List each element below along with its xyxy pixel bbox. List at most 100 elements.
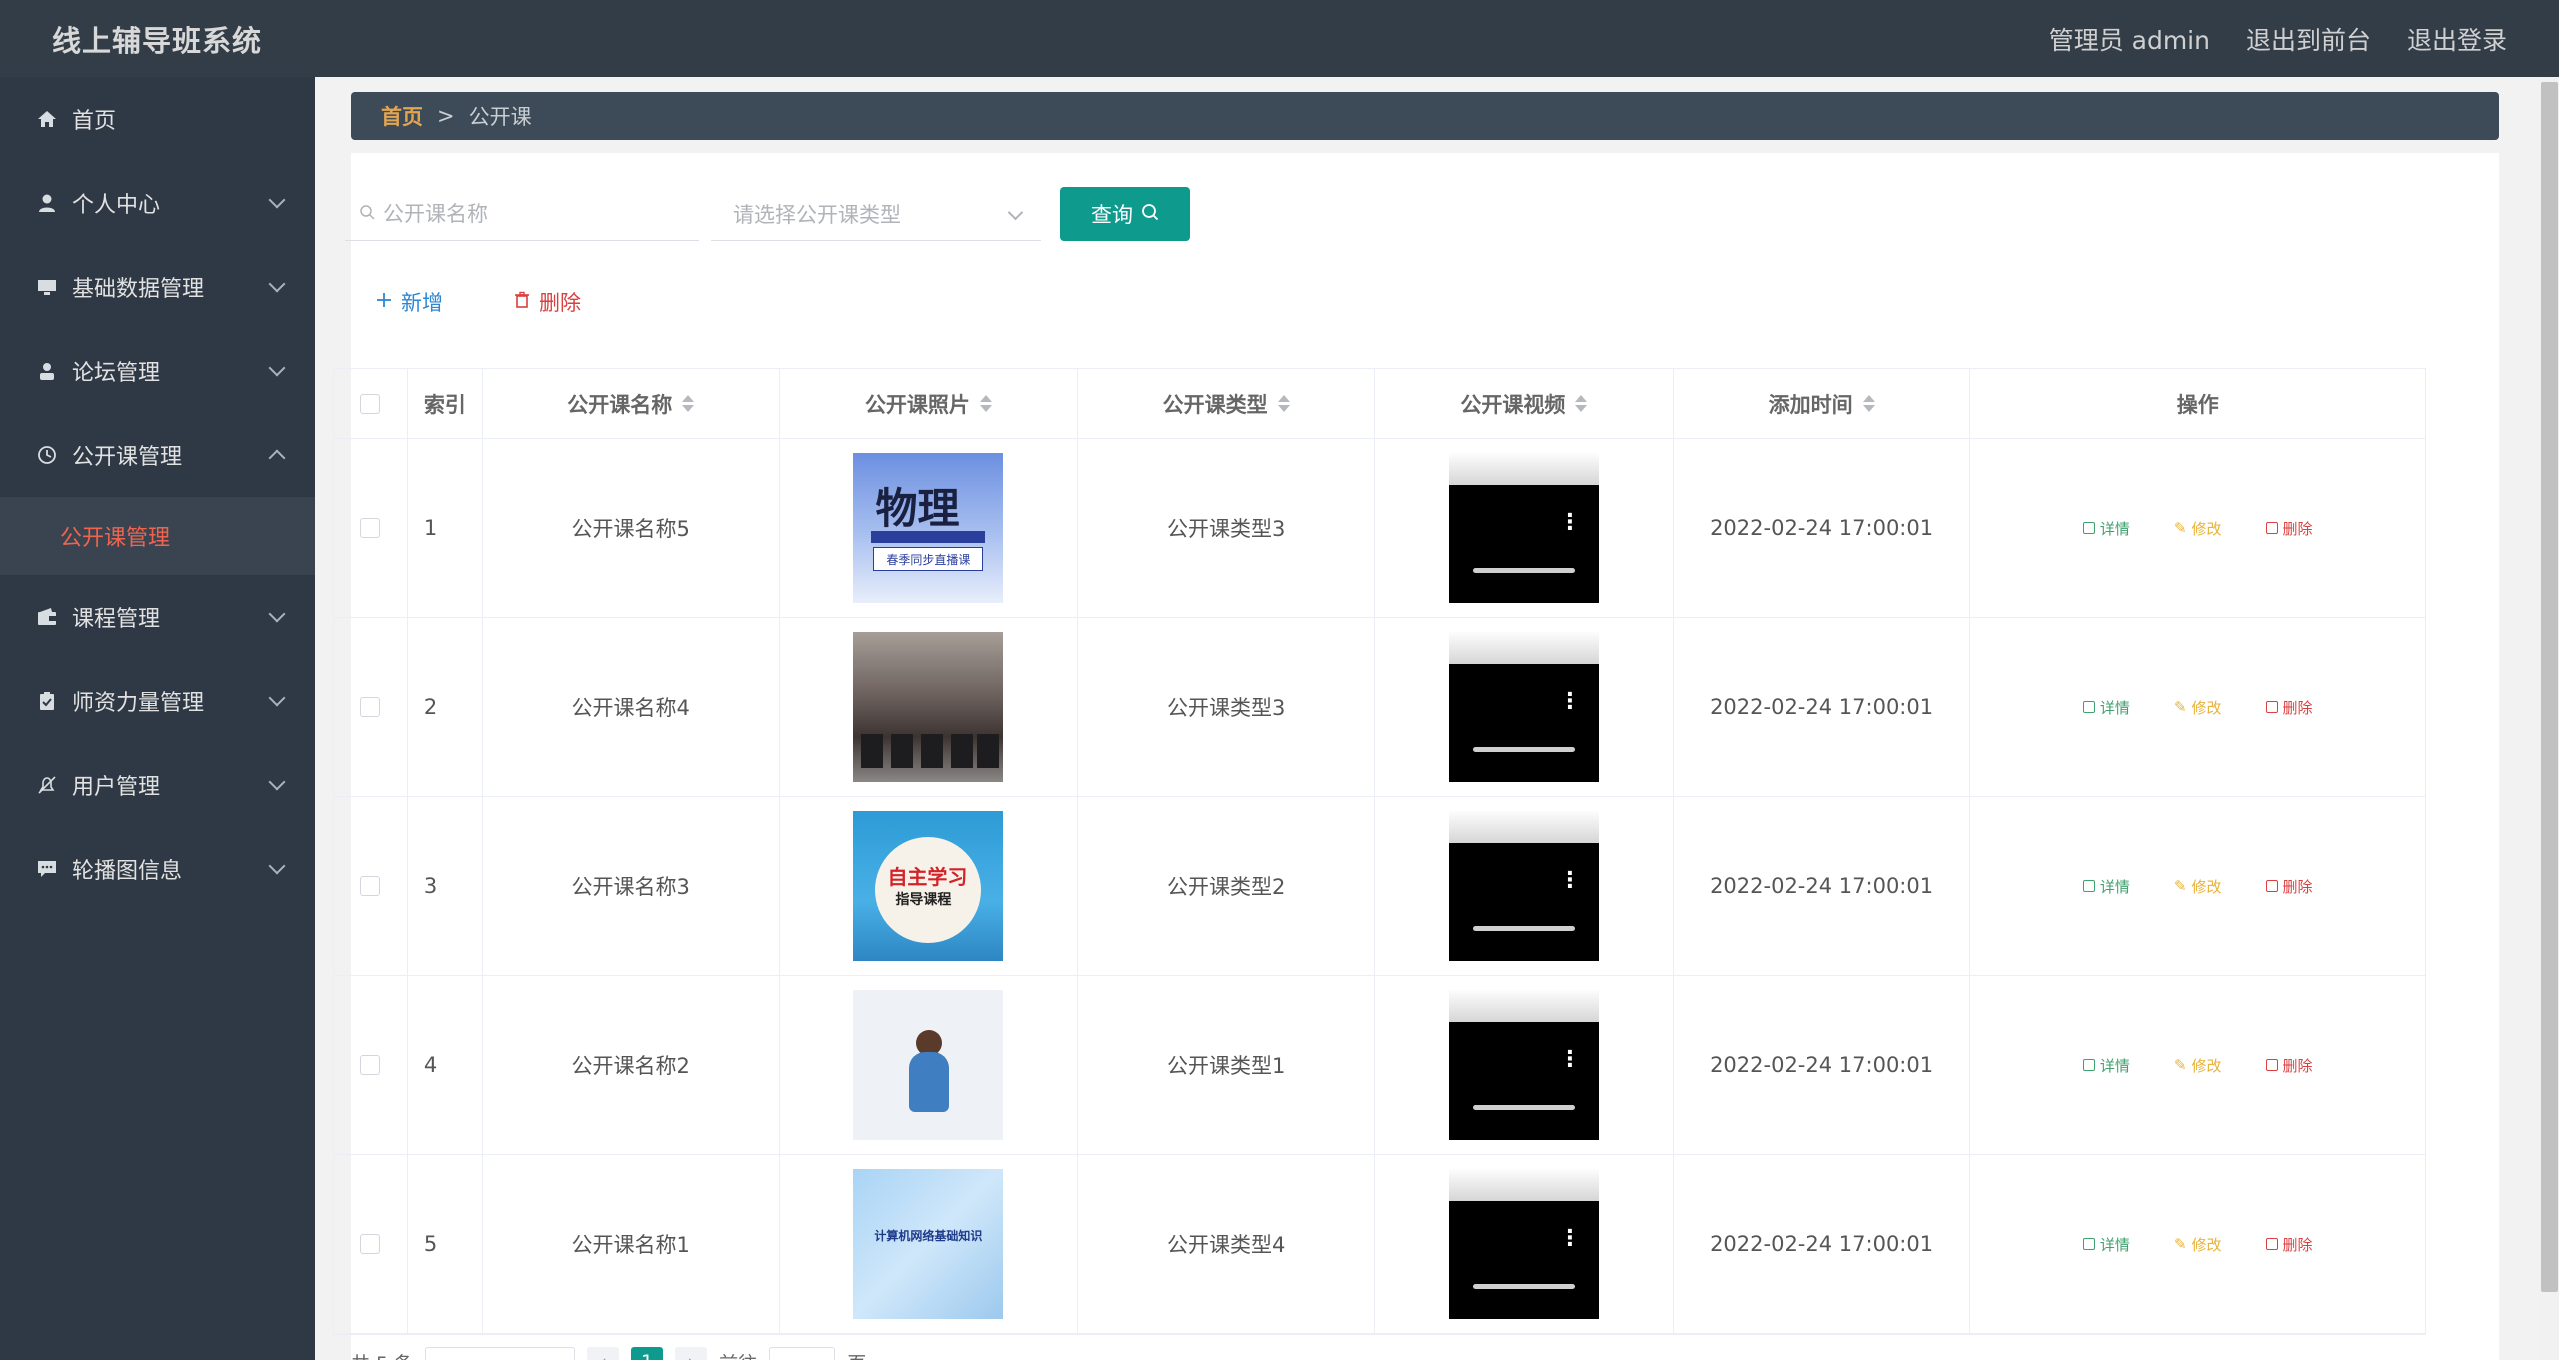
header-name[interactable]: 公开课名称: [483, 369, 780, 438]
sidebar-item-home[interactable]: 首页: [0, 77, 315, 161]
home-icon: [36, 108, 58, 130]
more-options-icon[interactable]: ⋮: [1559, 1049, 1581, 1071]
row-checkbox[interactable]: [360, 1234, 381, 1254]
video-progress-bar[interactable]: [1472, 747, 1575, 752]
query-button[interactable]: 查询: [1060, 187, 1190, 241]
sidebar-item-forum[interactable]: 论坛管理: [0, 329, 315, 413]
sidebar-item-teachers[interactable]: 师资力量管理: [0, 659, 315, 743]
goto-label: 前往: [719, 1349, 757, 1360]
row-photo-cell: 物理 春季同步直播课: [780, 439, 1079, 617]
table-row: 2 公开课名称4 公开课类型3 ⋮ 2022-02-24 17:00:01 详情 ✎ 修改 删除: [334, 618, 2425, 797]
sidebar-item-label: 论坛管理: [72, 361, 161, 386]
sidebar-item-users[interactable]: 用户管理: [0, 743, 315, 827]
header-time[interactable]: 添加时间: [1674, 369, 1971, 438]
photo-subtitle: 指导课程: [895, 892, 952, 908]
top-header: 线上辅导班系统 管理员 admin 退出到前台 退出登录: [0, 0, 2559, 77]
edit-button[interactable]: ✎ 修改: [2174, 1234, 2222, 1255]
type-select[interactable]: 请选择公开课类型: [711, 187, 1041, 241]
header-video[interactable]: 公开课视频: [1375, 369, 1674, 438]
video-progress-bar[interactable]: [1472, 568, 1575, 573]
row-checkbox[interactable]: [360, 876, 381, 896]
detail-button[interactable]: 详情: [2082, 697, 2130, 718]
delete-button[interactable]: 删除: [2265, 697, 2313, 718]
sidebar-item-carousel[interactable]: 轮播图信息: [0, 827, 315, 911]
video-player[interactable]: ⋮: [1448, 1169, 1599, 1319]
detail-button[interactable]: 详情: [2082, 1234, 2130, 1255]
page-button-current[interactable]: 1: [631, 1347, 664, 1360]
more-options-icon[interactable]: ⋮: [1559, 691, 1581, 713]
video-progress-bar[interactable]: [1472, 926, 1575, 931]
header-photo[interactable]: 公开课照片: [780, 369, 1079, 438]
course-photo[interactable]: 计算机网络基础知识: [853, 1169, 1004, 1319]
detail-button[interactable]: 详情: [2082, 876, 2130, 897]
course-photo[interactable]: 自主学习 指导课程: [853, 811, 1004, 961]
edit-label: 修改: [2191, 519, 2222, 538]
add-button[interactable]: 新增: [375, 287, 443, 317]
edit-button[interactable]: ✎ 修改: [2174, 876, 2222, 897]
logout-link[interactable]: 退出登录: [2407, 21, 2507, 57]
video-player[interactable]: ⋮: [1448, 453, 1599, 603]
delete-button[interactable]: 删除: [2265, 876, 2313, 897]
search-icon: [359, 204, 375, 224]
row-index: 1: [408, 439, 483, 617]
row-name: 公开课名称3: [483, 797, 780, 975]
course-photo[interactable]: [853, 990, 1004, 1140]
row-video-cell: ⋮: [1375, 797, 1674, 975]
document-icon: [2082, 1238, 2095, 1250]
more-options-icon[interactable]: ⋮: [1559, 1228, 1581, 1250]
table-row: 5 公开课名称1 计算机网络基础知识 公开课类型4 ⋮ 2022-02-24 17:00:…: [334, 1155, 2425, 1334]
row-checkbox[interactable]: [360, 697, 381, 717]
photo-subtitle: 春季同步直播课: [873, 547, 984, 571]
delete-button[interactable]: 删除: [2265, 518, 2313, 539]
batch-delete-button[interactable]: 删除: [513, 287, 581, 317]
sidebar-subitem-open-course-manage[interactable]: 公开课管理: [0, 497, 315, 575]
more-options-icon[interactable]: ⋮: [1559, 870, 1581, 892]
course-photo[interactable]: 物理 春季同步直播课: [853, 453, 1004, 603]
chevron-up-icon: [268, 449, 286, 467]
header-name-label: 公开课名称: [567, 392, 673, 417]
message-icon: [36, 858, 58, 880]
name-search-input[interactable]: [383, 201, 683, 226]
scrollbar-thumb[interactable]: [2541, 82, 2558, 1292]
table-row: 3 公开课名称3 自主学习 指导课程 公开课类型2 ⋮ 2022-02-24 17:00:0…: [334, 797, 2425, 976]
video-player[interactable]: ⋮: [1448, 990, 1599, 1140]
row-time: 2022-02-24 17:00:01: [1674, 618, 1971, 796]
plus-icon: [375, 290, 393, 314]
goto-page-input[interactable]: [769, 1347, 836, 1360]
row-checkbox[interactable]: [360, 518, 381, 538]
document-icon: [2082, 701, 2095, 713]
video-player[interactable]: ⋮: [1448, 632, 1599, 782]
detail-button[interactable]: 详情: [2082, 518, 2130, 539]
action-buttons: 新增 删除: [375, 287, 581, 317]
sidebar-item-open-course[interactable]: 公开课管理: [0, 413, 315, 497]
breadcrumb-home[interactable]: 首页: [381, 101, 423, 131]
sidebar-item-course[interactable]: 课程管理: [0, 575, 315, 659]
next-page-button[interactable]: ›: [675, 1347, 708, 1360]
edit-label: 修改: [2191, 877, 2222, 896]
row-index: 5: [408, 1155, 483, 1333]
row-checkbox[interactable]: [360, 1055, 381, 1075]
delete-button[interactable]: 删除: [2265, 1234, 2313, 1255]
row-actions: 详情 ✎ 修改 删除: [1970, 976, 2425, 1154]
delete-label: 删除: [2282, 877, 2313, 896]
more-options-icon[interactable]: ⋮: [1559, 512, 1581, 534]
sidebar-item-basic-data[interactable]: 基础数据管理: [0, 245, 315, 329]
edit-button[interactable]: ✎ 修改: [2174, 1055, 2222, 1076]
delete-button[interactable]: 删除: [2265, 1055, 2313, 1076]
video-player[interactable]: ⋮: [1448, 811, 1599, 961]
edit-button[interactable]: ✎ 修改: [2174, 697, 2222, 718]
prev-page-button[interactable]: ‹: [587, 1347, 620, 1360]
video-progress-bar[interactable]: [1472, 1105, 1575, 1110]
sidebar-item-personal-center[interactable]: 个人中心: [0, 161, 315, 245]
sidebar: 首页 个人中心 基础数据管理 论坛管理 公开课管理 公开课管理 课程管理 师资力…: [0, 77, 315, 1360]
monitor-icon: [36, 276, 58, 298]
course-photo[interactable]: [853, 632, 1004, 782]
select-all-checkbox[interactable]: [360, 393, 381, 414]
page-size-select[interactable]: [425, 1347, 576, 1360]
edit-button[interactable]: ✎ 修改: [2174, 518, 2222, 539]
edit-label: 修改: [2191, 1056, 2222, 1075]
detail-button[interactable]: 详情: [2082, 1055, 2130, 1076]
back-to-front-link[interactable]: 退出到前台: [2246, 21, 2371, 57]
video-progress-bar[interactable]: [1472, 1284, 1575, 1289]
header-type[interactable]: 公开课类型: [1078, 369, 1376, 438]
